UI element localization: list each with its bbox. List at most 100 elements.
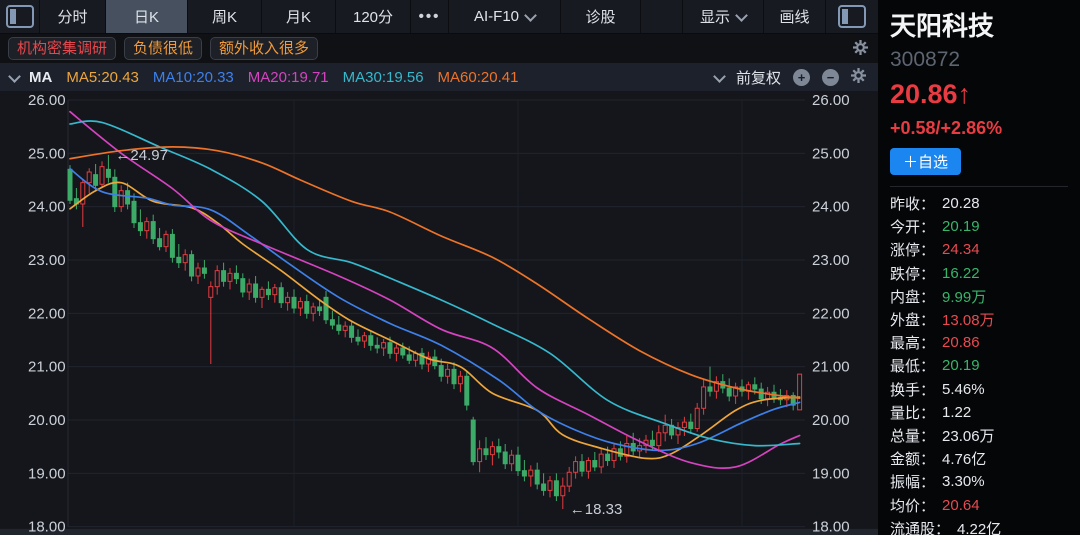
- collapse-right-panel-button[interactable]: [826, 0, 878, 33]
- svg-text:25.00: 25.00: [28, 145, 66, 162]
- last-price: 20.86↑: [890, 79, 1080, 110]
- tag-institution-research[interactable]: 机构密集调研: [8, 37, 116, 60]
- svg-text:23.00: 23.00: [28, 252, 66, 269]
- stat-value: 5.46%: [942, 381, 985, 398]
- svg-text:19.00: 19.00: [28, 465, 66, 482]
- quote-side-panel: 天阳科技 300872 20.86↑ +0.58/+2.86% ＋自选 昨收： 2…: [878, 0, 1080, 535]
- chevron-down-icon: [735, 9, 748, 22]
- tags-settings-gear-icon[interactable]: [853, 40, 868, 60]
- ai-f10-button[interactable]: AI-F10: [449, 0, 561, 33]
- stat-row: 振幅： 3.30%: [890, 470, 1080, 493]
- stat-row: 跌停：16.22: [890, 262, 1080, 285]
- svg-text:24.00: 24.00: [812, 199, 850, 216]
- period-toolbar: 分时 日K 周K 月K 120分 ••• AI-F10 诊股 显示 画线: [0, 0, 878, 34]
- stat-value: 20.19: [942, 357, 980, 374]
- stat-value: 4.76亿: [942, 448, 986, 469]
- stat-label: 外盘：: [890, 309, 935, 330]
- stat-row: 外盘： 13.08万: [890, 308, 1080, 331]
- stat-row: 最高： 20.86: [890, 331, 1080, 354]
- panel-toggle-icon: [838, 5, 866, 28]
- draw-line-button[interactable]: 画线: [764, 0, 826, 33]
- ma20-legend: MA20:19.71: [248, 69, 329, 86]
- zoom-in-icon[interactable]: +: [793, 69, 810, 86]
- price-change: +0.58/+2.86%: [890, 118, 1080, 139]
- stat-label: 昨收：: [890, 193, 935, 214]
- stat-label: 金额：: [890, 448, 935, 469]
- svg-text:22.00: 22.00: [28, 305, 66, 322]
- svg-text:26.00: 26.00: [812, 92, 850, 109]
- stat-row: 金额： 4.76亿: [890, 447, 1080, 470]
- stat-value: 20.64: [942, 497, 980, 514]
- tag-extra-income[interactable]: 额外收入很多: [210, 37, 318, 60]
- svg-text:←18.33: ←18.33: [570, 501, 623, 518]
- stat-label: 振幅：: [890, 471, 935, 492]
- stat-value: 3.30%: [942, 473, 985, 490]
- tab-monthly-k[interactable]: 月K: [262, 0, 336, 33]
- stat-label: 今开：: [890, 216, 935, 237]
- kline-chart[interactable]: 26.00 26.00 25.00 25.00 24.00 24.00 23.00 23.00…: [0, 90, 878, 535]
- display-options-button[interactable]: 显示: [682, 0, 764, 33]
- panel-toggle-icon: [6, 5, 34, 28]
- stat-value: 23.06万: [942, 425, 995, 446]
- stat-row: 总量： 23.06万: [890, 424, 1080, 447]
- svg-text:20.00: 20.00: [812, 412, 850, 429]
- svg-text:23.00: 23.00: [812, 252, 850, 269]
- stat-label: 总量：: [890, 425, 935, 446]
- stat-label: 最低：: [890, 355, 935, 376]
- stock-app-window: 分时 日K 周K 月K 120分 ••• AI-F10 诊股 显示 画线: [0, 0, 1080, 535]
- tab-weekly-k[interactable]: 周K: [188, 0, 262, 33]
- kline-chart-canvas[interactable]: 26.00 26.00 25.00 25.00 24.00 24.00 23.00 23.00…: [0, 90, 878, 535]
- svg-text:25.00: 25.00: [812, 145, 850, 162]
- tag-low-debt[interactable]: 负债很低: [124, 37, 202, 60]
- stat-row: 内盘： 9.99万: [890, 285, 1080, 308]
- more-periods-button[interactable]: •••: [411, 0, 449, 33]
- stat-row: 均价：20.64: [890, 493, 1080, 516]
- stat-value: 20.86: [942, 334, 980, 351]
- stat-value: 13.08万: [942, 309, 995, 330]
- stock-tags-row: 机构密集调研 负债很低 额外收入很多: [0, 34, 878, 63]
- stat-value: 4.22亿: [957, 518, 1001, 535]
- ma10-legend: MA10:20.33: [153, 69, 234, 86]
- svg-text:26.00: 26.00: [28, 92, 66, 109]
- svg-text:22.00: 22.00: [812, 305, 850, 322]
- stat-label: 最高：: [890, 332, 935, 353]
- tab-120min[interactable]: 120分: [336, 0, 411, 33]
- stock-name: 天阳科技: [890, 6, 1080, 43]
- svg-text:24.00: 24.00: [28, 199, 66, 216]
- stat-row: 今开： 20.19: [890, 215, 1080, 238]
- stat-row: 量比：1.22: [890, 401, 1080, 424]
- add-watchlist-button[interactable]: ＋自选: [890, 148, 961, 175]
- stat-row: 换手： 5.46%: [890, 378, 1080, 401]
- svg-text:20.00: 20.00: [28, 412, 66, 429]
- zoom-out-icon[interactable]: −: [822, 69, 839, 86]
- collapse-left-panel-button[interactable]: [0, 0, 40, 33]
- chevron-down-icon[interactable]: [8, 70, 21, 83]
- svg-text:←24.97: ←24.97: [115, 147, 168, 164]
- chart-region: 分时 日K 周K 月K 120分 ••• AI-F10 诊股 显示 画线: [0, 0, 878, 535]
- adjust-mode-selector[interactable]: 前复权: [736, 67, 781, 88]
- stat-row: 涨停： 24.34: [890, 238, 1080, 261]
- stat-value: 16.22: [942, 265, 980, 282]
- stat-value: 20.28: [942, 195, 980, 212]
- chevron-down-icon[interactable]: [713, 70, 726, 83]
- toolbar-spacer: [641, 0, 682, 33]
- svg-text:19.00: 19.00: [812, 465, 850, 482]
- stat-label: 流通股：: [890, 518, 950, 535]
- stat-value: 9.99万: [942, 286, 986, 307]
- stats-list: 昨收： 20.28 今开： 20.19 涨停： 24.34 跌停：16.22内盘： 9.99万…: [890, 192, 1080, 535]
- ma-legend-bar: MA MA5:20.43 MA10:20.33 MA20:19.71 MA30:…: [0, 63, 878, 91]
- stat-value: 1.22: [942, 404, 971, 421]
- stat-label: 内盘：: [890, 286, 935, 307]
- stat-label: 换手：: [890, 379, 935, 400]
- stat-label: 涨停：: [890, 239, 935, 260]
- diagnose-stock-button[interactable]: 诊股: [561, 0, 641, 33]
- stock-code: 300872: [890, 48, 1080, 72]
- ma60-legend: MA60:20.41: [438, 69, 519, 86]
- chart-settings-gear-icon[interactable]: [851, 68, 866, 87]
- tab-daily-k[interactable]: 日K: [106, 0, 188, 33]
- tab-minute-chart[interactable]: 分时: [40, 0, 106, 33]
- stat-value: 24.34: [942, 241, 980, 258]
- stat-row: 最低： 20.19: [890, 354, 1080, 377]
- stat-row: 流通股： 4.22亿: [890, 517, 1080, 535]
- stat-value: 20.19: [942, 218, 980, 235]
